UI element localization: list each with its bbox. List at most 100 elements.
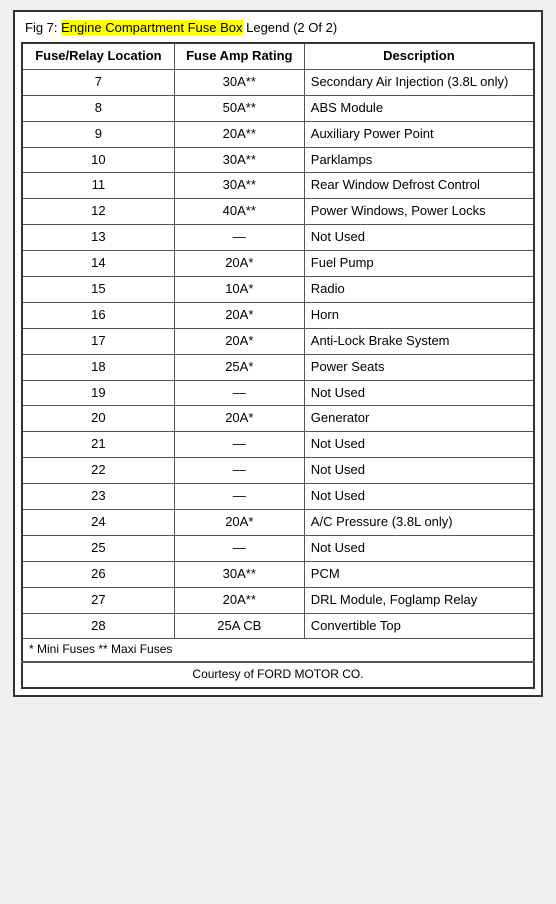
cell-desc: ABS Module	[304, 95, 534, 121]
table-row: 1130A**Rear Window Defrost Control	[22, 173, 534, 199]
cell-location: 19	[22, 380, 174, 406]
cell-location: 8	[22, 95, 174, 121]
table-row: 2825A CBConvertible Top	[22, 613, 534, 639]
table-row: 2420A*A/C Pressure (3.8L only)	[22, 510, 534, 536]
cell-amp: 25A CB	[174, 613, 304, 639]
cell-location: 25	[22, 535, 174, 561]
footnote-text: * Mini Fuses ** Maxi Fuses	[22, 639, 534, 662]
table-row: 920A**Auxiliary Power Point	[22, 121, 534, 147]
fuse-table: Fuse/Relay Location Fuse Amp Rating Desc…	[21, 42, 535, 689]
cell-desc: Not Used	[304, 458, 534, 484]
cell-amp: 20A*	[174, 510, 304, 536]
cell-desc: Auxiliary Power Point	[304, 121, 534, 147]
cell-location: 16	[22, 302, 174, 328]
cell-desc: Convertible Top	[304, 613, 534, 639]
cell-location: 26	[22, 561, 174, 587]
cell-desc: DRL Module, Foglamp Relay	[304, 587, 534, 613]
table-row: 13—Not Used	[22, 225, 534, 251]
fig-suffix: Legend (2 Of 2)	[243, 20, 338, 35]
table-row: 22—Not Used	[22, 458, 534, 484]
courtesy-text: Courtesy of FORD MOTOR CO.	[22, 662, 534, 688]
cell-amp: 25A*	[174, 354, 304, 380]
cell-location: 10	[22, 147, 174, 173]
cell-amp: —	[174, 535, 304, 561]
cell-location: 18	[22, 354, 174, 380]
table-row: 1420A*Fuel Pump	[22, 251, 534, 277]
cell-amp: 10A*	[174, 277, 304, 303]
cell-desc: Parklamps	[304, 147, 534, 173]
table-row: 25—Not Used	[22, 535, 534, 561]
cell-desc: PCM	[304, 561, 534, 587]
cell-desc: Anti-Lock Brake System	[304, 328, 534, 354]
table-row: 1240A**Power Windows, Power Locks	[22, 199, 534, 225]
table-row: 2020A*Generator	[22, 406, 534, 432]
cell-desc: Not Used	[304, 225, 534, 251]
cell-location: 27	[22, 587, 174, 613]
cell-desc: Not Used	[304, 535, 534, 561]
col-header-amp: Fuse Amp Rating	[174, 43, 304, 69]
table-row: 850A**ABS Module	[22, 95, 534, 121]
cell-location: 21	[22, 432, 174, 458]
table-row: 19—Not Used	[22, 380, 534, 406]
cell-desc: Power Seats	[304, 354, 534, 380]
cell-location: 17	[22, 328, 174, 354]
cell-location: 9	[22, 121, 174, 147]
col-header-desc: Description	[304, 43, 534, 69]
cell-amp: —	[174, 380, 304, 406]
cell-desc: Horn	[304, 302, 534, 328]
cell-amp: 20A**	[174, 121, 304, 147]
cell-amp: 20A*	[174, 406, 304, 432]
cell-location: 14	[22, 251, 174, 277]
cell-amp: 30A**	[174, 69, 304, 95]
cell-location: 12	[22, 199, 174, 225]
cell-amp: —	[174, 458, 304, 484]
cell-amp: 50A**	[174, 95, 304, 121]
cell-amp: —	[174, 484, 304, 510]
cell-amp: 20A*	[174, 328, 304, 354]
cell-amp: —	[174, 225, 304, 251]
cell-desc: Not Used	[304, 380, 534, 406]
cell-location: 20	[22, 406, 174, 432]
table-row: 730A**Secondary Air Injection (3.8L only…	[22, 69, 534, 95]
cell-desc: Radio	[304, 277, 534, 303]
table-row: 1620A*Horn	[22, 302, 534, 328]
table-row: 1720A*Anti-Lock Brake System	[22, 328, 534, 354]
cell-amp: 20A*	[174, 302, 304, 328]
fig-title: Fig 7: Engine Compartment Fuse Box Legen…	[21, 18, 535, 37]
table-row: 1510A*Radio	[22, 277, 534, 303]
cell-amp: 20A*	[174, 251, 304, 277]
cell-desc: Power Windows, Power Locks	[304, 199, 534, 225]
cell-desc: Generator	[304, 406, 534, 432]
table-row: 23—Not Used	[22, 484, 534, 510]
table-row: 1825A*Power Seats	[22, 354, 534, 380]
cell-amp: 20A**	[174, 587, 304, 613]
cell-location: 23	[22, 484, 174, 510]
cell-desc: Not Used	[304, 484, 534, 510]
col-header-location: Fuse/Relay Location	[22, 43, 174, 69]
cell-desc: Rear Window Defrost Control	[304, 173, 534, 199]
footnote-row: * Mini Fuses ** Maxi Fuses	[22, 639, 534, 662]
table-row: 21—Not Used	[22, 432, 534, 458]
cell-amp: —	[174, 432, 304, 458]
cell-location: 22	[22, 458, 174, 484]
cell-amp: 30A**	[174, 147, 304, 173]
cell-location: 15	[22, 277, 174, 303]
cell-amp: 30A**	[174, 561, 304, 587]
table-row: 1030A**Parklamps	[22, 147, 534, 173]
fig-highlight: Engine Compartment Fuse Box	[61, 20, 242, 35]
fig-prefix: Fig 7:	[25, 20, 61, 35]
courtesy-row: Courtesy of FORD MOTOR CO.	[22, 662, 534, 688]
cell-desc: A/C Pressure (3.8L only)	[304, 510, 534, 536]
table-header-row: Fuse/Relay Location Fuse Amp Rating Desc…	[22, 43, 534, 69]
cell-desc: Not Used	[304, 432, 534, 458]
cell-location: 13	[22, 225, 174, 251]
cell-location: 11	[22, 173, 174, 199]
cell-desc: Fuel Pump	[304, 251, 534, 277]
cell-location: 24	[22, 510, 174, 536]
page-container: Fig 7: Engine Compartment Fuse Box Legen…	[13, 10, 543, 697]
cell-amp: 40A**	[174, 199, 304, 225]
table-row: 2720A**DRL Module, Foglamp Relay	[22, 587, 534, 613]
table-row: 2630A**PCM	[22, 561, 534, 587]
cell-desc: Secondary Air Injection (3.8L only)	[304, 69, 534, 95]
cell-location: 28	[22, 613, 174, 639]
